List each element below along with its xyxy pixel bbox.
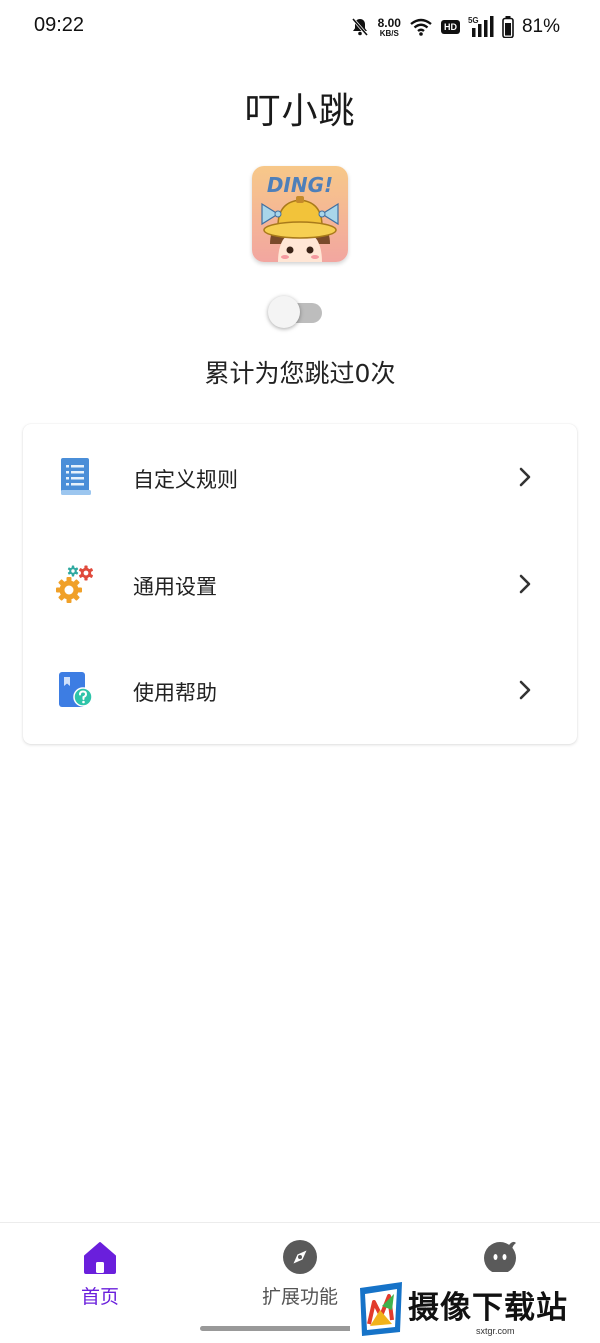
app-title: 叮小跳 <box>244 91 356 132</box>
network-speed: 8.00 KB/S <box>378 17 401 38</box>
menu-card: 自定义规则 通用设置 使用帮助 <box>23 424 577 744</box>
wifi-icon <box>410 18 432 36</box>
compass-icon <box>283 1240 317 1274</box>
home-icon <box>84 1242 116 1274</box>
chevron-right-icon <box>519 680 531 700</box>
mute-bell-icon <box>351 18 368 36</box>
menu-item-custom-rules[interactable]: 自定义规则 <box>23 424 577 530</box>
service-toggle[interactable] <box>268 296 324 328</box>
help-book-icon <box>59 672 93 707</box>
logo-text: DING! <box>267 173 333 197</box>
watermark-logo-icon <box>360 1282 402 1336</box>
gears-icon <box>56 565 94 603</box>
app-logo: DING! <box>252 166 348 262</box>
watermark-text: 摄像下载站 <box>408 1290 568 1326</box>
status-time: 09:22 <box>34 14 85 36</box>
network-speed-unit: KB/S <box>379 28 399 38</box>
chevron-right-icon <box>519 574 531 594</box>
mascot-face-icon <box>484 1241 516 1274</box>
watermark: 摄像下载站 sxtgr.com <box>350 1272 600 1343</box>
battery-icon <box>502 16 514 38</box>
document-list-icon <box>61 458 91 495</box>
menu-item-help[interactable]: 使用帮助 <box>23 637 577 743</box>
chevron-right-icon <box>519 467 531 487</box>
menu-item-general-settings[interactable]: 通用设置 <box>23 531 577 637</box>
menu-item-label: 自定义规则 <box>133 468 238 492</box>
battery-percent: 81% <box>521 16 560 37</box>
status-bar: 09:22 8.00 KB/S HD 5G 81% <box>0 0 600 54</box>
menu-item-label: 通用设置 <box>133 575 217 599</box>
watermark-subtext: sxtgr.com <box>476 1326 515 1336</box>
nav-tab-label: 首页 <box>80 1286 119 1308</box>
toggle-thumb <box>268 296 300 328</box>
skip-count-text: 累计为您跳过0次 <box>204 359 396 388</box>
cellular-signal-icon: 5G <box>468 16 494 38</box>
network-speed-value: 8.00 <box>377 15 401 30</box>
nav-tab-home[interactable]: 首页 <box>0 1223 200 1323</box>
menu-item-label: 使用帮助 <box>133 681 217 705</box>
status-icons: 8.00 KB/S HD 5G 81% <box>350 13 560 41</box>
hd-badge: HD <box>440 20 460 34</box>
